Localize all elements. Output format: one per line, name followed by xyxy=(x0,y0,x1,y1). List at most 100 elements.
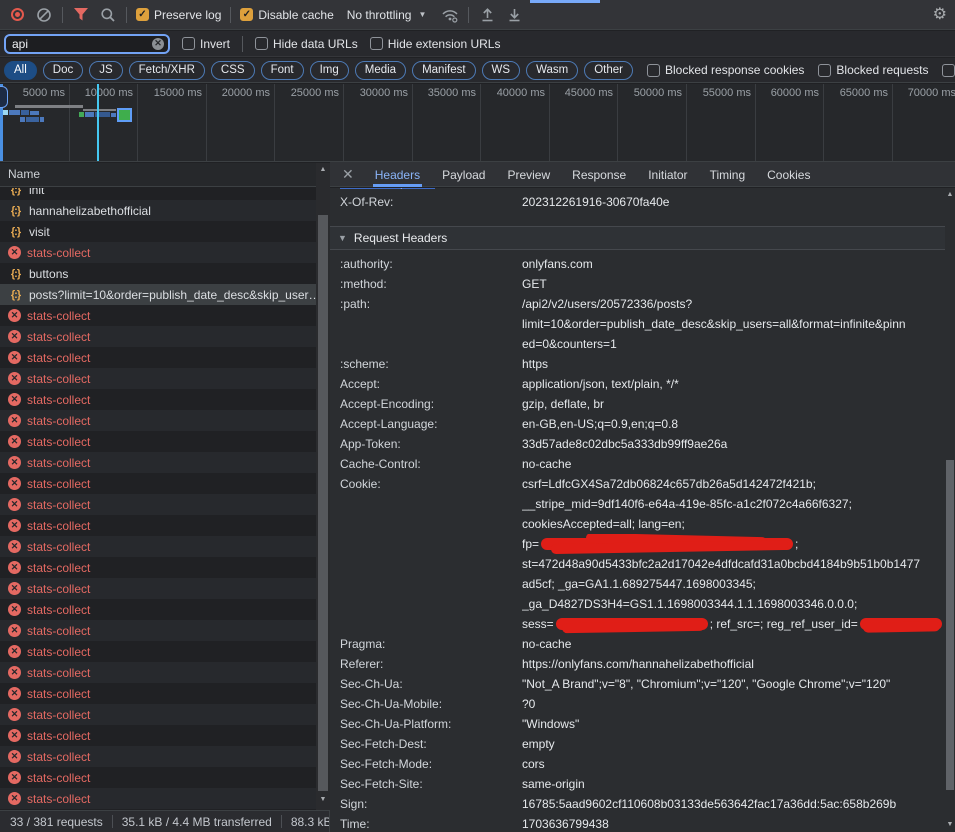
filter-chip-all[interactable]: All xyxy=(4,61,37,80)
request-header-row[interactable]: Cookie:csrf=LdfcGX4Sa72db06824c657db26a5… xyxy=(330,474,945,634)
request-list-scrollbar[interactable]: ▲ ▼ xyxy=(316,163,330,810)
settings-gear-icon[interactable]: ⚙ xyxy=(933,7,947,23)
request-row[interactable]: {:}hannahelizabethofficial xyxy=(0,200,316,221)
third-party-checkbox[interactable]: 3rd-party requests xyxy=(942,63,955,77)
search-icon[interactable] xyxy=(99,6,117,24)
request-header-row[interactable]: Sec-Fetch-Mode:cors xyxy=(330,754,945,774)
request-row[interactable]: ✕stats-collect xyxy=(0,704,316,725)
tab-headers[interactable]: Headers xyxy=(364,162,431,187)
throttling-select[interactable]: No throttling ▼ xyxy=(347,8,427,22)
request-row-selected[interactable]: {:}posts?limit=10&order=publish_date_des… xyxy=(0,284,316,305)
details-scrollbar[interactable]: ▲ ▼ xyxy=(945,188,955,832)
request-header-row[interactable]: :path:/api2/v2/users/20572336/posts?limi… xyxy=(330,294,945,354)
filter-input[interactable]: api ✕ xyxy=(4,34,170,54)
filter-chip-fetch-xhr[interactable]: Fetch/XHR xyxy=(129,61,205,80)
response-header-row[interactable]: X-Of-Rev: 202312261916-30670fa40e xyxy=(330,192,945,212)
export-har-icon[interactable] xyxy=(505,6,523,24)
request-header-row[interactable]: Sec-Ch-Ua:"Not_A Brand";v="8", "Chromium… xyxy=(330,674,945,694)
request-row[interactable]: ✕stats-collect xyxy=(0,599,316,620)
request-row[interactable]: ✕stats-collect xyxy=(0,767,316,788)
request-row[interactable]: ✕stats-collect xyxy=(0,725,316,746)
request-header-row[interactable]: Sec-Fetch-Site:same-origin xyxy=(330,774,945,794)
preserve-log-checkbox[interactable]: ✓ Preserve log xyxy=(136,8,221,22)
network-conditions-icon[interactable] xyxy=(441,6,459,24)
request-row[interactable]: ✕stats-collect xyxy=(0,536,316,557)
request-row[interactable]: ✕stats-collect xyxy=(0,662,316,683)
filter-chip-manifest[interactable]: Manifest xyxy=(412,61,475,80)
request-header-row[interactable]: App-Token:33d57ade8c02dbc5a333db99ff9ae2… xyxy=(330,434,945,454)
request-row[interactable]: ✕stats-collect xyxy=(0,683,316,704)
request-row[interactable]: ✕stats-collect xyxy=(0,242,316,263)
hide-data-urls-checkbox[interactable]: Hide data URLs xyxy=(255,37,358,51)
tab-initiator[interactable]: Initiator xyxy=(637,162,698,187)
filter-chip-media[interactable]: Media xyxy=(355,61,406,80)
request-row[interactable]: ✕stats-collect xyxy=(0,515,316,536)
request-header-row[interactable]: Sign:16785:5aad9602cf110608b03133de56364… xyxy=(330,794,945,814)
scroll-up-icon[interactable]: ▲ xyxy=(945,190,955,200)
request-row[interactable]: ✕stats-collect xyxy=(0,557,316,578)
scroll-down-icon[interactable]: ▼ xyxy=(316,795,330,805)
blocked-cookies-checkbox[interactable]: Blocked response cookies xyxy=(647,63,804,77)
request-header-row[interactable]: Accept-Encoding:gzip, deflate, br xyxy=(330,394,945,414)
filter-chip-doc[interactable]: Doc xyxy=(43,61,83,80)
record-button[interactable] xyxy=(8,6,26,24)
filter-chip-wasm[interactable]: Wasm xyxy=(526,61,578,80)
request-row[interactable]: {:}buttons xyxy=(0,263,316,284)
clear-icon[interactable] xyxy=(35,6,53,24)
request-header-row[interactable]: Referer:https://onlyfans.com/hannaheliza… xyxy=(330,654,945,674)
scroll-up-icon[interactable]: ▲ xyxy=(316,165,330,175)
request-header-row[interactable]: :scheme:https xyxy=(330,354,945,374)
request-header-row[interactable]: Pragma:no-cache xyxy=(330,634,945,654)
tab-timing[interactable]: Timing xyxy=(699,162,757,187)
request-row[interactable]: {:}visit xyxy=(0,221,316,242)
overview-drag-handle[interactable] xyxy=(0,86,8,108)
filter-icon[interactable] xyxy=(72,6,90,24)
request-row[interactable]: ✕stats-collect xyxy=(0,389,316,410)
tab-response[interactable]: Response xyxy=(561,162,637,187)
request-row[interactable]: ✕stats-collect xyxy=(0,788,316,809)
request-header-row[interactable]: Time:1703636799438 xyxy=(330,814,945,832)
filter-chip-img[interactable]: Img xyxy=(310,61,349,80)
request-headers-section[interactable]: ▼ Request Headers xyxy=(330,226,945,250)
request-row[interactable]: ✕stats-collect xyxy=(0,578,316,599)
request-header-row[interactable]: Sec-Ch-Ua-Mobile:?0 xyxy=(330,694,945,714)
hide-extension-urls-checkbox[interactable]: Hide extension URLs xyxy=(370,37,501,51)
scroll-down-icon[interactable]: ▼ xyxy=(945,820,955,830)
request-header-row[interactable]: Cache-Control:no-cache xyxy=(330,454,945,474)
request-header-row[interactable]: Sec-Fetch-Dest:empty xyxy=(330,734,945,754)
request-row[interactable]: ✕stats-collect xyxy=(0,410,316,431)
filter-chip-other[interactable]: Other xyxy=(584,61,633,80)
scrollbar-thumb[interactable] xyxy=(946,460,954,790)
name-column-header[interactable]: Name xyxy=(0,163,330,187)
filter-chip-css[interactable]: CSS xyxy=(211,61,255,80)
request-row[interactable]: ✕stats-collect xyxy=(0,347,316,368)
request-header-row[interactable]: Accept-Language:en-GB,en-US;q=0.9,en;q=0… xyxy=(330,414,945,434)
request-row[interactable]: {:}init xyxy=(0,188,316,200)
request-header-row[interactable]: Accept:application/json, text/plain, */* xyxy=(330,374,945,394)
request-header-row[interactable]: Sec-Ch-Ua-Platform:"Windows" xyxy=(330,714,945,734)
network-overview[interactable]: 5000 ms10000 ms15000 ms20000 ms25000 ms3… xyxy=(0,84,955,162)
close-icon[interactable]: ✕ xyxy=(336,167,364,181)
request-row[interactable]: ✕stats-collect xyxy=(0,746,316,767)
blocked-requests-checkbox[interactable]: Blocked requests xyxy=(818,63,928,77)
request-row[interactable]: ✕stats-collect xyxy=(0,452,316,473)
request-row[interactable]: ✕stats-collect xyxy=(0,431,316,452)
clear-filter-icon[interactable]: ✕ xyxy=(152,38,164,50)
tab-cookies[interactable]: Cookies xyxy=(756,162,821,187)
request-row[interactable]: ✕stats-collect xyxy=(0,326,316,347)
filter-chip-ws[interactable]: WS xyxy=(482,61,521,80)
import-har-icon[interactable] xyxy=(478,6,496,24)
invert-checkbox[interactable]: Invert xyxy=(182,37,230,51)
request-row[interactable]: ✕stats-collect xyxy=(0,473,316,494)
request-row[interactable]: ✕stats-collect xyxy=(0,620,316,641)
request-row[interactable]: ✕stats-collect xyxy=(0,494,316,515)
request-header-row[interactable]: :authority:onlyfans.com xyxy=(330,254,945,274)
scrollbar-thumb[interactable] xyxy=(318,215,328,791)
filter-chip-font[interactable]: Font xyxy=(261,61,304,80)
request-header-row[interactable]: :method:GET xyxy=(330,274,945,294)
request-row[interactable]: ✕stats-collect xyxy=(0,368,316,389)
tab-preview[interactable]: Preview xyxy=(496,162,561,187)
request-row[interactable]: ✕stats-collect xyxy=(0,641,316,662)
request-row[interactable]: ✕stats-collect xyxy=(0,305,316,326)
disable-cache-checkbox[interactable]: ✓ Disable cache xyxy=(240,8,333,22)
